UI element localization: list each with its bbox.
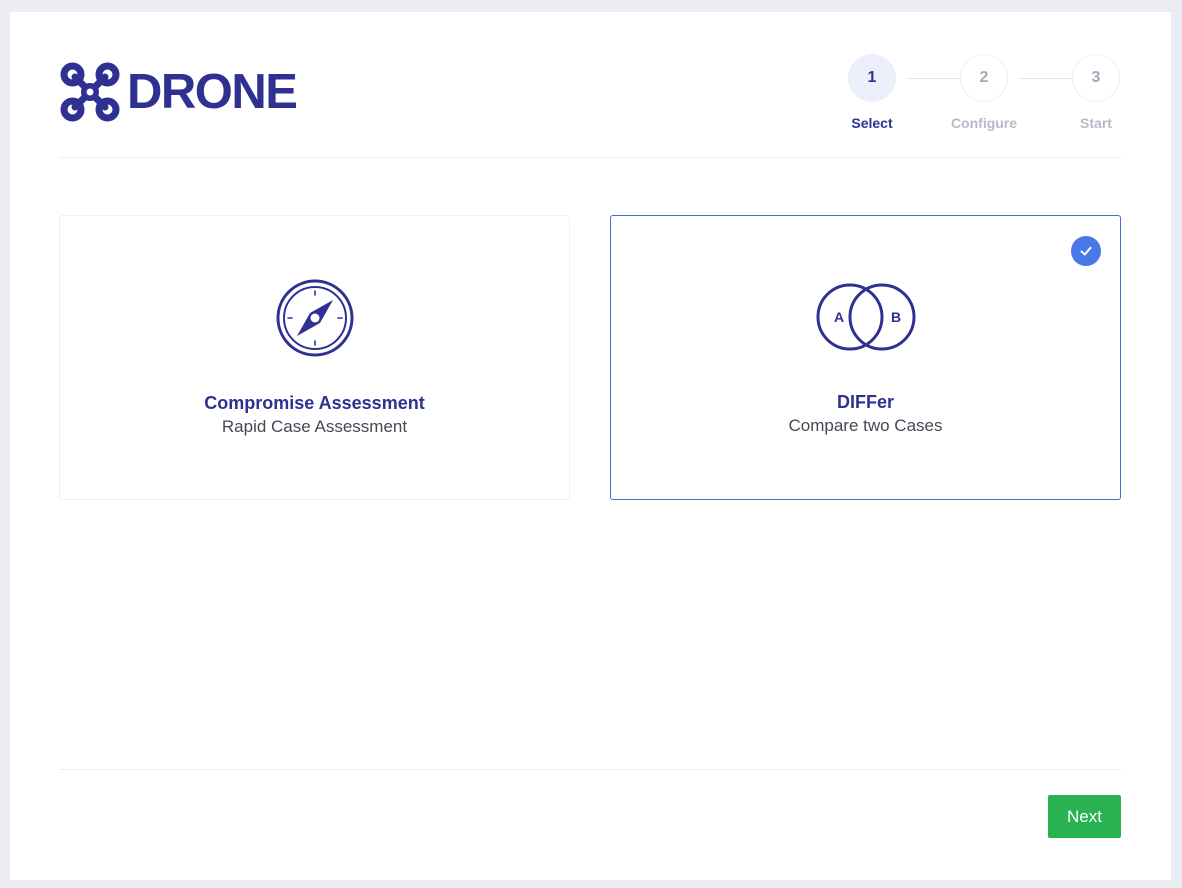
brand-name: DRONE bbox=[127, 64, 298, 119]
wizard-stepper: 1 Select 2 Configure 3 Start bbox=[830, 54, 1130, 144]
step-label: Configure bbox=[950, 115, 1018, 131]
checkmark-icon bbox=[1080, 246, 1092, 256]
step-configure[interactable]: 2 Configure bbox=[929, 54, 1039, 131]
step-select[interactable]: 1 Select bbox=[817, 54, 927, 131]
option-title: DIFFer bbox=[836, 392, 894, 412]
step-start[interactable]: 3 Start bbox=[1041, 54, 1151, 131]
wizard-panel: DRONE 1 Select 2 Configure 3 Start Compr… bbox=[10, 12, 1171, 880]
drone-icon bbox=[60, 62, 120, 122]
option-subtitle: Compare two Cases bbox=[788, 416, 943, 435]
footer-divider bbox=[59, 769, 1121, 770]
step-number: 2 bbox=[960, 54, 1008, 102]
step-label: Start bbox=[1080, 115, 1112, 131]
drone-logo: DRONE bbox=[60, 62, 298, 122]
option-subtitle: Rapid Case Assessment bbox=[221, 417, 408, 436]
venn-diagram-icon: A B bbox=[816, 283, 915, 351]
venn-label-a: A bbox=[834, 309, 844, 325]
selected-check-badge bbox=[1071, 236, 1101, 266]
next-button[interactable]: Next bbox=[1048, 795, 1121, 838]
step-number: 3 bbox=[1072, 54, 1120, 102]
option-card-compromise-assessment[interactable]: Compromise Assessment Rapid Case Assessm… bbox=[59, 215, 570, 500]
header-divider bbox=[59, 157, 1121, 158]
option-card-differ[interactable]: A B DIFFer Compare two Cases bbox=[610, 215, 1121, 500]
compass-icon bbox=[276, 279, 353, 357]
venn-label-b: B bbox=[891, 309, 901, 325]
step-label: Select bbox=[851, 115, 893, 131]
step-number: 1 bbox=[848, 54, 896, 102]
option-title: Compromise Assessment bbox=[204, 393, 425, 413]
